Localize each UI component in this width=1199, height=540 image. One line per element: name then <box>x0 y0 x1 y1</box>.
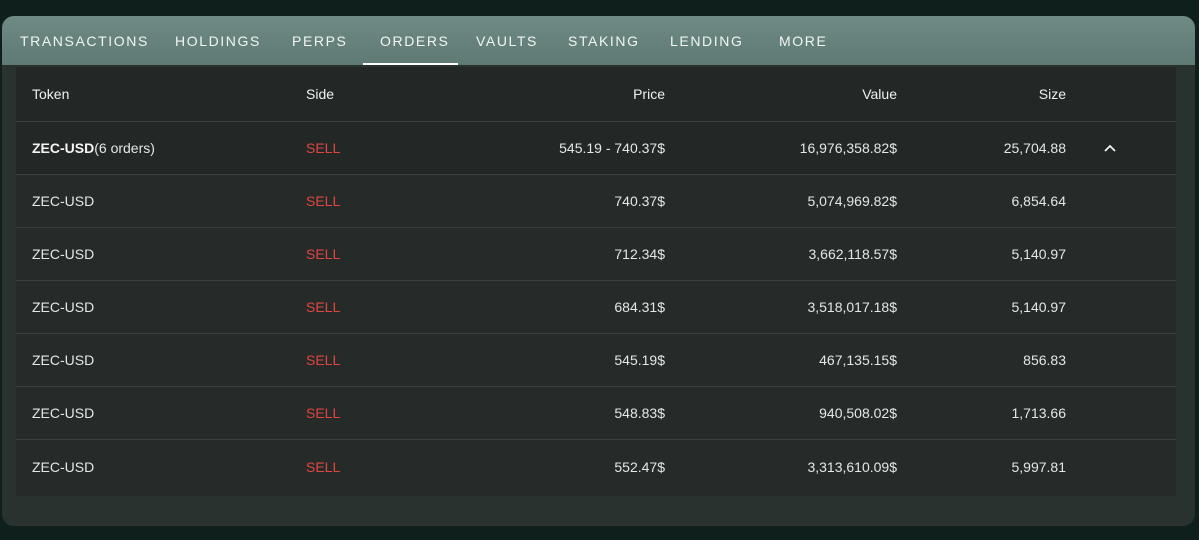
table-row[interactable]: ZEC-USD SELL 552.47$ 3,313,610.09$ 5,997… <box>16 440 1176 493</box>
header-size[interactable]: Size <box>1039 67 1066 121</box>
group-row[interactable]: ZEC-USD (6 orders) SELL 545.19 - 740.37$ … <box>16 122 1176 175</box>
tab-orders[interactable]: ORDERS <box>380 16 450 65</box>
row-value: 940,508.02$ <box>819 405 897 421</box>
tab-more[interactable]: MORE <box>779 16 827 65</box>
group-size: 25,704.88 <box>1003 140 1066 156</box>
row-side: SELL <box>306 458 341 475</box>
group-order-count: (6 orders) <box>94 140 155 156</box>
group-token-cell: ZEC-USD (6 orders) <box>32 122 155 174</box>
row-token: ZEC-USD <box>32 193 95 209</box>
group-token: ZEC-USD <box>32 140 95 156</box>
active-tab-indicator <box>363 63 458 65</box>
row-side: SELL <box>306 246 341 262</box>
row-size: 5,997.81 <box>1011 458 1067 475</box>
row-side: SELL <box>306 193 341 209</box>
row-value: 3,313,610.09$ <box>807 458 897 475</box>
row-size: 6,854.64 <box>1011 193 1067 209</box>
row-side: SELL <box>306 299 341 315</box>
row-value: 3,662,118.57$ <box>808 246 898 262</box>
row-size: 5,140.97 <box>1011 299 1067 315</box>
header-value[interactable]: Value <box>862 67 897 121</box>
tab-bar: TRANSACTIONS HOLDINGS PERPS ORDERS VAULT… <box>2 16 1195 65</box>
tab-staking[interactable]: STAKING <box>568 16 640 65</box>
table-row[interactable]: ZEC-USD SELL 740.37$ 5,074,969.82$ 6,854… <box>16 175 1176 228</box>
group-side: SELL <box>306 140 341 156</box>
row-size: 5,140.97 <box>1011 246 1067 262</box>
tab-holdings[interactable]: HOLDINGS <box>175 16 261 65</box>
tab-transactions[interactable]: TRANSACTIONS <box>20 16 149 65</box>
row-token: ZEC-USD <box>32 405 95 421</box>
table-row[interactable]: ZEC-USD SELL 684.31$ 3,518,017.18$ 5,140… <box>16 281 1176 334</box>
row-price: 552.47$ <box>614 458 665 475</box>
table-row[interactable]: ZEC-USD SELL 712.34$ 3,662,118.57$ 5,140… <box>16 228 1176 281</box>
header-side[interactable]: Side <box>306 67 334 121</box>
group-value: 16,976,358.82$ <box>799 140 897 156</box>
table-header: Token Side Price Value Size <box>16 67 1176 122</box>
chevron-up-icon[interactable] <box>1102 122 1118 174</box>
row-value: 5,074,969.82$ <box>807 193 897 209</box>
row-size: 1,713.66 <box>1011 405 1067 421</box>
row-side: SELL <box>306 405 341 421</box>
row-price: 684.31$ <box>614 299 665 315</box>
tab-vaults[interactable]: VAULTS <box>476 16 538 65</box>
row-price: 548.83$ <box>614 405 665 421</box>
row-side: SELL <box>306 352 341 368</box>
table-row[interactable]: ZEC-USD SELL 545.19$ 467,135.15$ 856.83 <box>16 334 1176 387</box>
row-token: ZEC-USD <box>32 246 95 262</box>
row-token: ZEC-USD <box>32 352 95 368</box>
row-price: 712.34$ <box>614 246 665 262</box>
table-row[interactable]: ZEC-USD SELL 548.83$ 940,508.02$ 1,713.6… <box>16 387 1176 440</box>
row-token: ZEC-USD <box>32 458 95 475</box>
row-size: 856.83 <box>1023 352 1066 368</box>
row-value: 3,518,017.18$ <box>807 299 897 315</box>
row-token: ZEC-USD <box>32 299 95 315</box>
group-price-range: 545.19 - 740.37$ <box>559 140 665 156</box>
row-price: 740.37$ <box>614 193 665 209</box>
row-price: 545.19$ <box>614 352 665 368</box>
header-token[interactable]: Token <box>32 67 69 121</box>
header-price[interactable]: Price <box>633 67 665 121</box>
row-value: 467,135.15$ <box>819 352 897 368</box>
tab-lending[interactable]: LENDING <box>670 16 743 65</box>
orders-table: Token Side Price Value Size ZEC-USD (6 or… <box>16 67 1176 496</box>
tab-perps[interactable]: PERPS <box>292 16 347 65</box>
